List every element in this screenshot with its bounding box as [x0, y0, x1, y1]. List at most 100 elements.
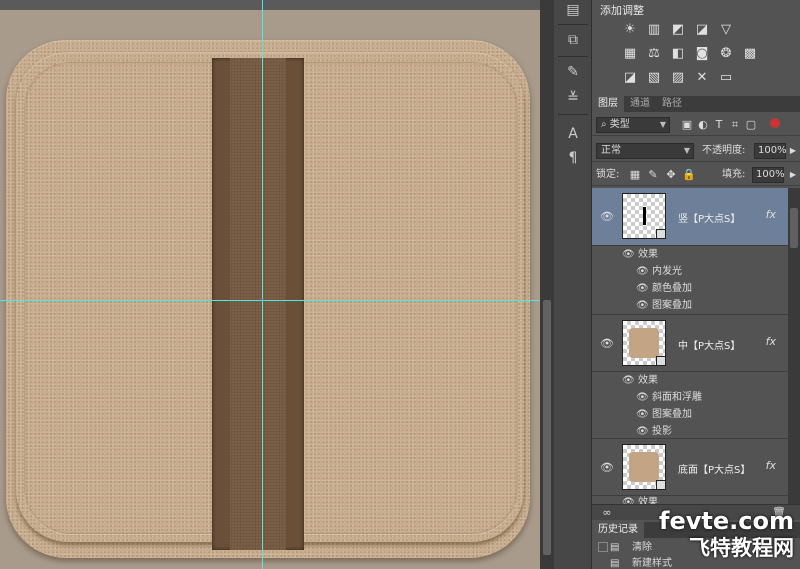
filter-adjustment-icon[interactable]: ◐ — [696, 118, 710, 132]
fx-icon[interactable]: fx — [766, 208, 776, 221]
effect-label: 斜面和浮雕 — [652, 392, 702, 403]
history-checkbox[interactable] — [598, 542, 608, 552]
effect-item[interactable]: 👁 内发光 — [636, 263, 682, 280]
eye-icon[interactable]: 👁 — [636, 406, 652, 423]
effect-item[interactable]: 👁 图案叠加 — [636, 406, 692, 423]
layer-row-vertical[interactable]: 👁 竖【P大点S】 fx — [592, 188, 788, 246]
right-panel: 添加调整 ☀ ▥ ◩ ◪ ▽ ▦ ⚖ ◧ ◙ ❂ ▩ ◪ ▧ ▨ ✕ ▭ 图层 … — [592, 0, 800, 569]
history-doc-icon: ▤ — [610, 558, 620, 569]
tab-layers[interactable]: 图层 — [592, 96, 624, 112]
effects-group[interactable]: 👁 效果 — [622, 494, 658, 504]
eye-icon[interactable]: 👁 — [636, 263, 652, 280]
canvas-scrollbar-thumb[interactable] — [543, 300, 551, 555]
eye-icon[interactable]: 👁 — [636, 389, 652, 406]
selective-color-icon[interactable]: ✕ — [694, 70, 710, 86]
tab-paths[interactable]: 路径 — [656, 96, 688, 112]
invert-icon[interactable]: ◪ — [622, 70, 638, 86]
exposure-icon[interactable]: ◪ — [694, 22, 710, 38]
layer-row-base[interactable]: 👁 底面【P大点S】 fx — [592, 438, 788, 496]
filter-type-icon[interactable]: T — [712, 118, 726, 132]
lock-all-icon[interactable]: 🔒 — [682, 168, 696, 182]
filter-pixel-icon[interactable]: ▣ — [680, 118, 694, 132]
blend-mode-select[interactable]: 正常 ▼ — [596, 143, 694, 159]
clone-source-icon[interactable]: ⧉ — [563, 30, 583, 50]
fill-input[interactable]: 100% — [752, 167, 785, 183]
lock-position-icon[interactable]: ✥ — [664, 168, 678, 182]
brush-preset-icon[interactable]: ✎ — [563, 62, 583, 82]
filter-shape-icon[interactable]: ⌗ — [728, 118, 742, 132]
effects-group[interactable]: 👁 效果 — [622, 246, 658, 263]
effects-label: 效果 — [638, 375, 658, 386]
blend-mode-value: 正常 — [601, 145, 621, 156]
site-watermark: fevte.com 飞特教程网 — [634, 508, 794, 566]
eye-icon[interactable]: 👁 — [600, 210, 614, 223]
adjustments-row-1: ☀ ▥ ◩ ◪ ▽ — [622, 22, 734, 38]
brush-settings-icon[interactable]: ≚ — [563, 88, 583, 108]
chevron-down-icon: ▼ — [683, 146, 690, 155]
gradient-map-icon[interactable]: ▭ — [718, 70, 734, 86]
filter-smart-object-icon[interactable]: ▢ — [744, 118, 758, 132]
layer-name: 底面【P大点S】 — [678, 465, 751, 476]
horizontal-guide[interactable] — [0, 300, 540, 301]
black-white-icon[interactable]: ◧ — [670, 46, 686, 62]
opacity-dropdown-icon[interactable]: ▶ — [786, 144, 800, 158]
link-layers-icon[interactable]: ∞ — [600, 506, 614, 520]
vertical-stripe-inner — [230, 58, 286, 550]
channel-mixer-icon[interactable]: ❂ — [718, 46, 734, 62]
opacity-input[interactable]: 100% — [754, 143, 787, 159]
curves-icon[interactable]: ◩ — [670, 22, 686, 38]
fill-label: 填充: — [722, 169, 746, 180]
threshold-icon[interactable]: ▨ — [670, 70, 686, 86]
layers-scrollbar-thumb[interactable] — [790, 208, 798, 248]
effects-group[interactable]: 👁 效果 — [622, 372, 658, 389]
layer-filter-kind-select[interactable]: ⌕ 类型 ▼ — [596, 117, 670, 133]
eye-icon[interactable]: 👁 — [636, 297, 652, 314]
lock-pixels-icon[interactable]: ✎ — [646, 168, 660, 182]
tab-channels[interactable]: 通道 — [624, 96, 656, 112]
tool-separator — [558, 114, 588, 115]
canvas-vertical-scrollbar[interactable] — [540, 0, 554, 569]
search-icon: ⌕ — [601, 119, 607, 130]
color-balance-icon[interactable]: ⚖ — [646, 46, 662, 62]
effect-item[interactable]: 👁 图案叠加 — [636, 297, 692, 314]
eye-icon[interactable]: 👁 — [636, 280, 652, 297]
layer-name: 竖【P大点S】 — [678, 214, 741, 225]
layer-row-middle[interactable]: 👁 中【P大点S】 fx — [592, 314, 788, 372]
posterize-icon[interactable]: ▧ — [646, 70, 662, 86]
vertical-guide[interactable] — [262, 0, 263, 569]
fx-icon[interactable]: fx — [766, 459, 776, 472]
effect-item[interactable]: 👁 斜面和浮雕 — [636, 389, 702, 406]
lock-row: 锁定: ▦ ✎ ✥ 🔒 填充: 100% ▶ — [592, 164, 800, 186]
filter-toggle-icon[interactable] — [770, 118, 780, 128]
document-canvas[interactable] — [0, 0, 540, 569]
eye-icon[interactable]: 👁 — [622, 494, 638, 504]
layer-thumbnail — [622, 320, 666, 366]
adjustments-row-3: ◪ ▧ ▨ ✕ ▭ — [622, 70, 734, 86]
lock-transparent-icon[interactable]: ▦ — [628, 168, 642, 182]
panel-dock-tools: ▤ ⧉ ✎ ≚ A ¶ — [554, 0, 592, 569]
photo-filter-icon[interactable]: ◙ — [694, 46, 710, 62]
hue-saturation-icon[interactable]: ▦ — [622, 46, 638, 62]
layer-thumbnail — [622, 193, 666, 239]
fill-dropdown-icon[interactable]: ▶ — [786, 168, 800, 182]
paragraph-panel-icon[interactable]: ¶ — [563, 148, 583, 168]
fx-icon[interactable]: fx — [766, 335, 776, 348]
color-lookup-icon[interactable]: ▩ — [742, 46, 758, 62]
eye-icon[interactable]: 👁 — [600, 337, 614, 350]
eye-icon[interactable]: 👁 — [600, 461, 614, 474]
vibrance-icon[interactable]: ▽ — [718, 22, 734, 38]
brightness-contrast-icon[interactable]: ☀ — [622, 22, 638, 38]
eye-icon[interactable]: 👁 — [622, 372, 638, 389]
effects-label: 效果 — [638, 497, 658, 504]
eye-icon[interactable]: 👁 — [622, 246, 638, 263]
thumbnail-bar-shape — [643, 207, 646, 225]
vector-mask-badge-icon — [656, 229, 666, 239]
character-panel-icon[interactable]: A — [563, 124, 583, 144]
levels-icon[interactable]: ▥ — [646, 22, 662, 38]
layers-scrollbar[interactable] — [788, 188, 800, 504]
blend-row: 正常 ▼ 不透明度: 100% ▶ — [592, 140, 800, 162]
effect-item[interactable]: 👁 颜色叠加 — [636, 280, 692, 297]
layer-thumbnail — [622, 444, 666, 490]
history-panel-icon[interactable]: ▤ — [563, 0, 583, 20]
effect-label: 投影 — [652, 426, 672, 437]
